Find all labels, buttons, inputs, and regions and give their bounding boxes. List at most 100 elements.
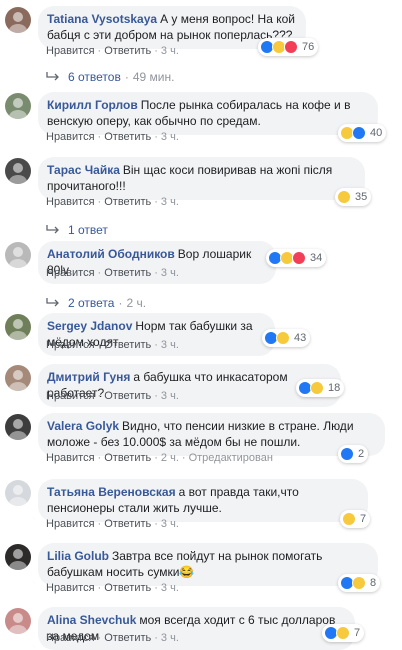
avatar[interactable]	[5, 7, 31, 33]
like-link[interactable]: Нравится	[46, 45, 95, 57]
separator-dot: ·	[97, 390, 102, 402]
haha-icon	[342, 512, 356, 526]
comment-author-link[interactable]: Valera Golyk	[47, 419, 119, 433]
comment-author-link[interactable]: Tatiana Vysotskaya	[47, 12, 157, 26]
reply-arrow-icon	[46, 296, 68, 310]
reaction-count: 2	[358, 448, 365, 460]
reply-link[interactable]: Ответить	[104, 196, 151, 208]
haha-icon	[352, 576, 366, 590]
reactions-badge[interactable]: 18	[296, 379, 345, 397]
reactions-badge[interactable]: 43	[262, 329, 311, 347]
like-link[interactable]: Нравится	[46, 390, 95, 402]
comment-timestamp[interactable]: 3 ч.	[161, 390, 179, 402]
comment-actions: Нравится · Ответить · 3 ч.	[46, 582, 179, 594]
reactions-badge[interactable]: 40	[338, 124, 387, 142]
like-link[interactable]: Нравится	[46, 131, 95, 143]
comment-timestamp[interactable]: 3 ч.	[161, 45, 179, 57]
angry-icon	[284, 40, 298, 54]
haha-icon	[276, 331, 290, 345]
comment-author-link[interactable]: Кирилл Горлов	[47, 98, 138, 112]
like-link[interactable]: Нравится	[46, 196, 95, 208]
separator-dot: ·	[154, 267, 158, 279]
comment-timestamp[interactable]: 3 ч.	[161, 632, 179, 644]
separator-dot: ·	[181, 452, 186, 464]
reply-link[interactable]: Ответить	[104, 390, 151, 402]
like-link[interactable]: Нравится	[46, 632, 95, 644]
view-replies-link[interactable]: 1 ответ	[46, 223, 108, 237]
comment-author-link[interactable]: Lilia Golub	[47, 549, 109, 563]
view-replies-link[interactable]: 6 ответов · 49 мин.	[46, 70, 174, 84]
reactions-badge[interactable]: 2	[338, 445, 369, 463]
reply-link[interactable]: Ответить	[104, 632, 151, 644]
comment-author-link[interactable]: Анатолий Ободников	[47, 247, 175, 261]
haha-icon	[336, 626, 350, 640]
reaction-count: 7	[354, 627, 361, 639]
reactions-badge[interactable]: 8	[338, 574, 381, 592]
separator-dot: ·	[97, 632, 102, 644]
separator-dot: ·	[154, 45, 158, 57]
view-replies-link[interactable]: 2 ответа · 2 ч.	[46, 296, 146, 310]
comment-actions: Нравится · Ответить · 3 ч.	[46, 45, 179, 57]
comment-author-link[interactable]: Дмитрий Гуня	[47, 370, 130, 384]
separator-dot: ·	[154, 582, 158, 594]
reactions-badge[interactable]: 7	[340, 510, 371, 528]
like-icon	[352, 126, 366, 140]
comment-timestamp[interactable]: 3 ч.	[161, 518, 179, 530]
reaction-count: 18	[328, 382, 341, 394]
avatar[interactable]	[5, 158, 31, 184]
avatar[interactable]	[5, 242, 31, 268]
separator-dot: ·	[97, 267, 102, 279]
comment-actions: Нравится · Ответить · 3 ч.	[46, 339, 179, 351]
separator-dot: ·	[154, 632, 158, 644]
comment-author-link[interactable]: Татьяна Вереновская	[47, 485, 176, 499]
reaction-count: 8	[370, 577, 377, 589]
avatar[interactable]	[5, 544, 31, 570]
like-link[interactable]: Нравится	[46, 267, 95, 279]
replies-timestamp: 2 ч.	[126, 296, 147, 310]
reply-link[interactable]: Ответить	[104, 582, 151, 594]
reaction-count: 7	[360, 513, 367, 525]
reply-link[interactable]: Ответить	[104, 267, 151, 279]
replies-count[interactable]: 6 ответов	[68, 70, 121, 84]
comment-bubble: Lilia Golub Завтра все пойдут на рынок по…	[38, 543, 378, 586]
like-link[interactable]: Нравится	[46, 518, 95, 530]
like-link[interactable]: Нравится	[46, 339, 95, 351]
comment-timestamp[interactable]: 3 ч.	[161, 196, 179, 208]
avatar[interactable]	[5, 93, 31, 119]
edited-label[interactable]: Отредактирован	[189, 452, 273, 464]
reply-link[interactable]: Ответить	[104, 518, 151, 530]
reply-link[interactable]: Ответить	[104, 45, 151, 57]
separator-dot: ·	[97, 452, 102, 464]
comment-actions: Нравится · Ответить · 3 ч.	[46, 632, 179, 644]
avatar[interactable]	[5, 414, 31, 440]
reactions-badge[interactable]: 35	[335, 188, 372, 206]
reactions-badge[interactable]: 34	[266, 249, 327, 267]
reply-link[interactable]: Ответить	[104, 339, 151, 351]
reply-arrow-icon	[46, 70, 68, 84]
reply-link[interactable]: Ответить	[104, 131, 151, 143]
replies-count[interactable]: 1 ответ	[68, 223, 108, 237]
avatar[interactable]	[5, 480, 31, 506]
avatar[interactable]	[5, 608, 31, 634]
like-link[interactable]: Нравится	[46, 582, 95, 594]
replies-count[interactable]: 2 ответа	[68, 296, 114, 310]
reaction-count: 40	[370, 127, 383, 139]
comment-bubble: Тарас Чайка Він щас коси повиривав на жоп…	[38, 157, 365, 200]
comment-timestamp[interactable]: 2 ч.	[161, 452, 179, 464]
comment-timestamp[interactable]: 3 ч.	[161, 131, 179, 143]
comment-timestamp[interactable]: 3 ч.	[161, 582, 179, 594]
comment-bubble: Татьяна Вереновская а вот правда таки,что…	[38, 479, 368, 522]
avatar[interactable]	[5, 365, 31, 391]
reactions-badge[interactable]: 7	[322, 624, 365, 642]
like-link[interactable]: Нравится	[46, 452, 95, 464]
comment-author-link[interactable]: Sergey Jdanov	[47, 319, 132, 333]
comment-timestamp[interactable]: 3 ч.	[161, 339, 179, 351]
avatar[interactable]	[5, 314, 31, 340]
reaction-count: 43	[294, 332, 307, 344]
reply-link[interactable]: Ответить	[104, 452, 151, 464]
comment-author-link[interactable]: Alina Shevchuk	[47, 613, 136, 627]
comment-timestamp[interactable]: 3 ч.	[161, 267, 179, 279]
haha-icon	[310, 381, 324, 395]
comment-author-link[interactable]: Тарас Чайка	[47, 163, 120, 177]
reactions-badge[interactable]: 76	[258, 38, 319, 56]
